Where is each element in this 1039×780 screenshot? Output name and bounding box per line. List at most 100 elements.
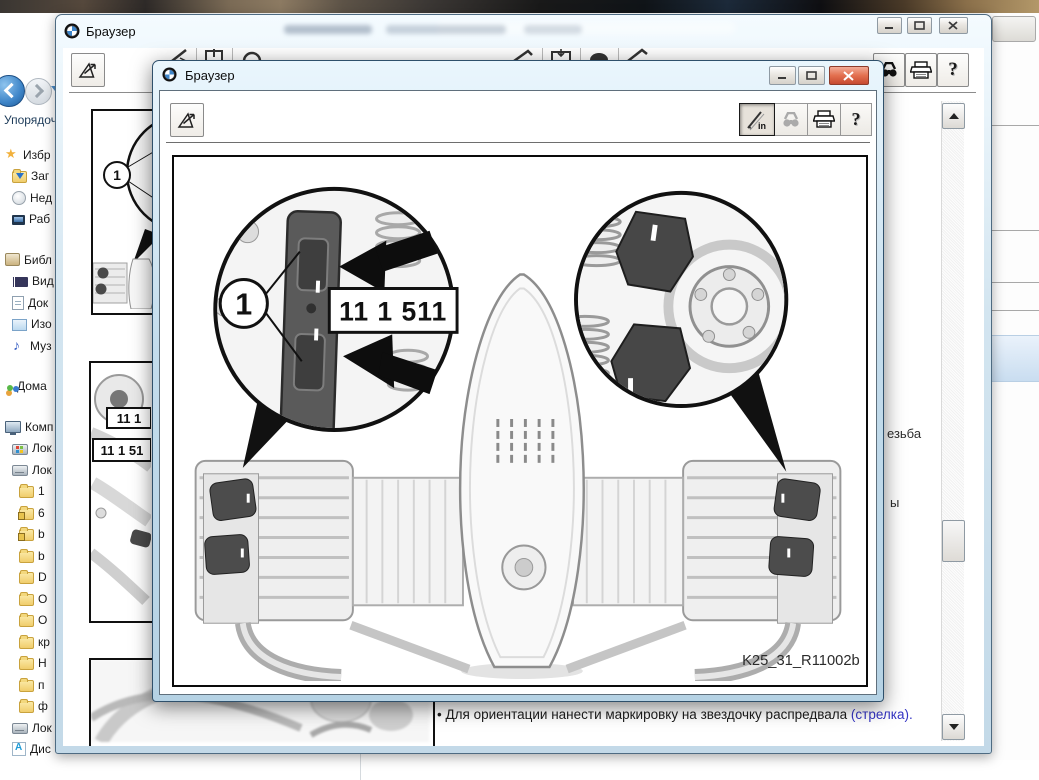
tree-item-icon xyxy=(12,723,28,734)
help-button[interactable]: ? xyxy=(841,103,872,136)
arrow-up-icon xyxy=(949,113,959,119)
tree-item-label: Избр xyxy=(23,148,51,162)
callout-number: 1 xyxy=(235,287,252,321)
tree-item-icon xyxy=(5,149,19,161)
tree-item-label: Дис xyxy=(30,742,51,756)
part-number-label: 11 1 511 xyxy=(339,296,447,326)
background-divider xyxy=(360,752,361,780)
tree-item-label: Лок xyxy=(32,463,52,477)
tree-item-label: Дома xyxy=(17,379,47,393)
tree-item-label: Лок xyxy=(32,441,52,455)
engine-illustration: 1 11 1 511 xyxy=(174,157,862,681)
engine-figure: 1 11 1 511 xyxy=(172,155,868,687)
find-button-disabled xyxy=(775,103,808,136)
tree-item-icon xyxy=(19,486,34,498)
minimize-button[interactable] xyxy=(877,17,902,34)
tree-item-label: п xyxy=(38,678,45,692)
inner-browser-window: Браузер in xyxy=(152,60,884,702)
tree-item-icon xyxy=(12,340,26,352)
tree-item-label: кр xyxy=(38,635,50,649)
forward-button[interactable] xyxy=(25,78,52,105)
annotate-in-label: in xyxy=(758,121,766,131)
tree-item-icon xyxy=(19,551,34,563)
tree-item-icon xyxy=(19,658,34,670)
outer-title-bar: Браузер xyxy=(56,15,991,48)
outer-figure-thumbnail-2: 11 1 11 1 51 xyxy=(89,361,155,623)
tree-item-icon xyxy=(19,680,34,692)
bmw-logo-icon xyxy=(162,67,178,83)
print-button[interactable] xyxy=(905,53,937,87)
tree-item-icon xyxy=(19,508,34,520)
tree-item-label: Муз xyxy=(30,339,52,353)
tree-item-label: ф xyxy=(38,699,48,713)
tree-item-icon xyxy=(7,385,13,391)
mini-part-label: 11 1 xyxy=(117,411,142,426)
inner-client-area: in ? xyxy=(159,90,877,695)
tree-item-icon xyxy=(12,319,27,331)
vertical-scrollbar[interactable] xyxy=(941,101,964,741)
tree-item-icon xyxy=(19,615,34,627)
scrollbar-thumb[interactable] xyxy=(942,520,965,562)
inner-toolbar: in ? xyxy=(739,103,872,134)
background-selection-row xyxy=(990,335,1039,382)
tree-item-label: b xyxy=(38,549,45,563)
scroll-down-button[interactable] xyxy=(942,714,965,740)
minimize-button[interactable] xyxy=(769,66,796,85)
tree-item-icon xyxy=(12,444,28,455)
tree-item-icon xyxy=(12,191,26,205)
left-detail-circle: 1 11 1 511 xyxy=(215,189,457,444)
maximize-button[interactable] xyxy=(798,66,825,85)
tree-item-icon xyxy=(5,421,21,433)
tree-item-label: Вид xyxy=(32,274,54,288)
close-button[interactable] xyxy=(939,17,968,34)
tree-item-label: Библ xyxy=(24,253,52,267)
clipped-text-fragment: езьба xyxy=(887,426,921,441)
maximize-button[interactable] xyxy=(907,17,932,34)
mini-callout: 1 xyxy=(113,167,121,183)
arrow-reference-link[interactable]: (стрелка). xyxy=(851,707,913,722)
tree-item-label: 1 xyxy=(38,484,45,498)
print-button[interactable] xyxy=(808,103,841,136)
fit-view-button[interactable] xyxy=(71,53,105,87)
arrow-down-icon xyxy=(949,724,959,730)
tree-item-icon xyxy=(12,215,25,225)
tree-item-label: O xyxy=(38,613,47,627)
tree-item-icon xyxy=(19,529,34,541)
tree-item-icon xyxy=(19,701,34,713)
tree-item-label: Лок xyxy=(32,721,52,735)
tree-item-label: Изо xyxy=(31,317,52,331)
background-window-fragment xyxy=(990,13,1039,760)
instruction-bullet-line: • Для ориентации нанести маркировку на з… xyxy=(437,707,913,722)
mini-part-label: 11 1 51 xyxy=(101,443,144,458)
tree-item-icon xyxy=(19,594,34,606)
tree-item-label: Раб xyxy=(29,212,50,226)
right-detail-circle xyxy=(561,193,790,406)
tree-item-label: Заг xyxy=(31,169,49,183)
tree-item-icon xyxy=(12,171,27,183)
tree-item-icon xyxy=(12,742,26,756)
organize-menu[interactable]: Упорядоч xyxy=(4,113,57,127)
tree-item-label: 6 xyxy=(38,506,45,520)
inner-title-bar: Браузер xyxy=(153,61,883,90)
desktop-wallpaper-strip xyxy=(0,0,1039,13)
tree-item-icon xyxy=(12,465,28,476)
scroll-up-button[interactable] xyxy=(942,103,965,129)
annotate-in-button[interactable]: in xyxy=(739,103,775,136)
tree-item-icon xyxy=(5,253,20,266)
bmw-logo-icon xyxy=(64,23,80,39)
tree-item-icon xyxy=(19,572,34,584)
help-button[interactable]: ? xyxy=(937,53,969,87)
back-button[interactable] xyxy=(0,75,25,107)
close-button[interactable] xyxy=(829,66,869,85)
tree-item-icon xyxy=(12,277,28,287)
clipped-text-fragment: ы xyxy=(890,495,899,510)
tree-item-label: Док xyxy=(28,296,48,310)
tree-item-label: Комп xyxy=(25,420,53,434)
bullet-icon: • xyxy=(437,707,442,722)
tree-item-label: D xyxy=(38,570,47,584)
outer-window-title: Браузер xyxy=(86,24,136,39)
tree-item-label: b xyxy=(38,527,45,541)
figure-code: K25_31_R11002b xyxy=(742,653,860,669)
fit-view-button[interactable] xyxy=(170,103,204,137)
tree-item-icon xyxy=(12,296,24,310)
